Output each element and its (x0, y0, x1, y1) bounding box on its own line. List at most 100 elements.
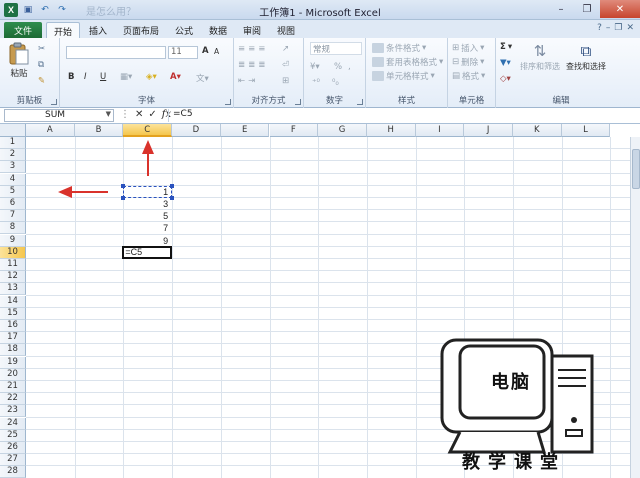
cell-c5[interactable]: 1 (123, 186, 168, 198)
row-header-25[interactable]: 25 (0, 429, 26, 442)
row-header-14[interactable]: 14 (0, 295, 26, 308)
font-name-combo[interactable] (66, 46, 166, 59)
row-header-22[interactable]: 22 (0, 393, 26, 406)
row-header-7[interactable]: 7 (0, 210, 26, 223)
column-header-j[interactable]: J (464, 124, 513, 137)
row-header-15[interactable]: 15 (0, 307, 26, 320)
underline-button[interactable]: U (100, 72, 106, 82)
vertical-scrollbar[interactable] (630, 137, 640, 478)
delete-cells-button[interactable]: ⊟ 删除 ▾ (452, 56, 484, 68)
close-icon[interactable]: ✕ (600, 0, 640, 18)
tab-data[interactable]: 数据 (204, 22, 232, 38)
cell-styles-button[interactable]: 单元格样式 ▾ (372, 70, 435, 82)
percent-button[interactable]: % (334, 62, 342, 72)
sort-filter-button[interactable]: ⇅ 排序和筛选 (520, 42, 560, 72)
ribbon-close-icon[interactable]: ✕ (626, 23, 634, 33)
comma-button[interactable]: , (348, 62, 351, 72)
row-header-10[interactable]: 10 (0, 246, 26, 259)
row-header-8[interactable]: 8 (0, 222, 26, 235)
fill-icon[interactable]: ▼▾ (500, 58, 511, 68)
row-header-27[interactable]: 27 (0, 454, 26, 467)
cell-c9[interactable]: 9 (123, 235, 168, 247)
enter-icon[interactable]: ✓ (148, 109, 156, 120)
phonetic-icon[interactable]: 文▾ (196, 72, 209, 84)
row-header-28[interactable]: 28 (0, 466, 26, 478)
font-color-icon[interactable]: A▾ (170, 72, 181, 82)
tab-insert[interactable]: 插入 (84, 22, 112, 38)
formula-input[interactable]: =C5 (168, 109, 630, 122)
reference-handle[interactable] (170, 196, 175, 200)
font-size-combo[interactable]: 11 (168, 46, 198, 59)
row-header-26[interactable]: 26 (0, 442, 26, 454)
name-box[interactable]: SUM ▼ (4, 109, 114, 122)
row-header-1[interactable]: 1 (0, 137, 26, 149)
orientation-icon[interactable]: ↗ (282, 44, 289, 54)
tab-file[interactable]: 文件 (4, 22, 42, 38)
column-header-i[interactable]: I (415, 124, 465, 137)
row-header-2[interactable]: 2 (0, 149, 26, 162)
currency-icon[interactable]: ¥▾ (310, 62, 320, 72)
find-select-button[interactable]: ⧉ 查找和选择 (564, 42, 608, 72)
tab-view[interactable]: 视图 (272, 22, 300, 38)
row-header-18[interactable]: 18 (0, 344, 26, 357)
format-as-table-button[interactable]: 套用表格格式 ▾ (372, 56, 443, 68)
tab-formulas[interactable]: 公式 (170, 22, 198, 38)
restore-icon[interactable]: ❐ (574, 0, 600, 18)
indent-icons[interactable]: ⇤⇥ (238, 76, 258, 86)
row-header-17[interactable]: 17 (0, 332, 26, 345)
insert-cells-button[interactable]: ⊞ 插入 ▾ (452, 42, 484, 54)
row-header-11[interactable]: 11 (0, 259, 26, 271)
conditional-format-button[interactable]: 条件格式 ▾ (372, 42, 426, 54)
cell-c6[interactable]: 3 (123, 198, 168, 210)
row-header-16[interactable]: 16 (0, 320, 26, 332)
cut-icon[interactable]: ✂ (38, 44, 45, 54)
row-header-19[interactable]: 19 (0, 356, 26, 369)
cancel-icon[interactable]: ✕ (135, 109, 143, 120)
formula-menu-icon[interactable]: ⋮ (120, 109, 130, 120)
fill-color-icon[interactable]: ◈▾ (146, 72, 157, 82)
help-icon[interactable]: ? (597, 23, 602, 33)
copy-icon[interactable]: ⧉ (38, 60, 44, 70)
format-painter-icon[interactable]: ✎ (38, 76, 45, 86)
row-header-12[interactable]: 12 (0, 271, 26, 284)
vertical-align-icons[interactable]: ≡≡≡ (238, 44, 268, 54)
select-all-corner[interactable] (0, 124, 26, 137)
tab-review[interactable]: 审阅 (238, 22, 266, 38)
italic-button[interactable]: I (84, 72, 87, 82)
row-header-24[interactable]: 24 (0, 417, 26, 430)
horizontal-align-icons[interactable]: ≣≣≣ (238, 60, 268, 70)
row-header-5[interactable]: 5 (0, 185, 26, 198)
ribbon-minimize-icon[interactable]: – (606, 23, 611, 33)
clipboard-launcher-icon[interactable] (51, 99, 57, 105)
clear-icon[interactable]: ◇▾ (500, 74, 511, 84)
reference-handle[interactable] (170, 183, 175, 188)
row-header-13[interactable]: 13 (0, 283, 26, 296)
column-header-k[interactable]: K (513, 124, 562, 137)
row-header-21[interactable]: 21 (0, 381, 26, 393)
column-header-c[interactable]: C (123, 124, 173, 137)
shrink-font-button[interactable]: A (214, 47, 219, 56)
column-header-f[interactable]: F (269, 124, 319, 137)
row-header-3[interactable]: 3 (0, 161, 26, 174)
cell-c8[interactable]: 7 (123, 222, 168, 234)
number-launcher-icon[interactable] (357, 99, 363, 105)
bold-button[interactable]: B (68, 72, 74, 82)
grow-font-button[interactable]: A (202, 46, 209, 56)
alignment-launcher-icon[interactable] (295, 99, 301, 105)
merge-center-icon[interactable]: ⊞ (282, 76, 289, 86)
row-header-23[interactable]: 23 (0, 405, 26, 418)
wrap-text-icon[interactable]: ⏎ (282, 60, 289, 70)
cell-c7[interactable]: 5 (123, 210, 168, 222)
column-header-b[interactable]: B (74, 124, 124, 137)
autosum-button[interactable]: Σ ▾ (500, 42, 512, 52)
column-header-e[interactable]: E (220, 124, 270, 137)
ribbon-restore-icon[interactable]: ❐ (614, 23, 622, 33)
increase-decimal-icon[interactable]: ⁺⁰ (312, 78, 320, 88)
row-header-9[interactable]: 9 (0, 234, 26, 247)
row-header-6[interactable]: 6 (0, 198, 26, 210)
row-header-4[interactable]: 4 (0, 173, 26, 186)
row-header-20[interactable]: 20 (0, 368, 26, 381)
tab-home[interactable]: 开始 (46, 22, 80, 38)
tab-page-layout[interactable]: 页面布局 (118, 22, 164, 38)
name-box-dropdown-icon[interactable]: ▼ (106, 110, 111, 118)
